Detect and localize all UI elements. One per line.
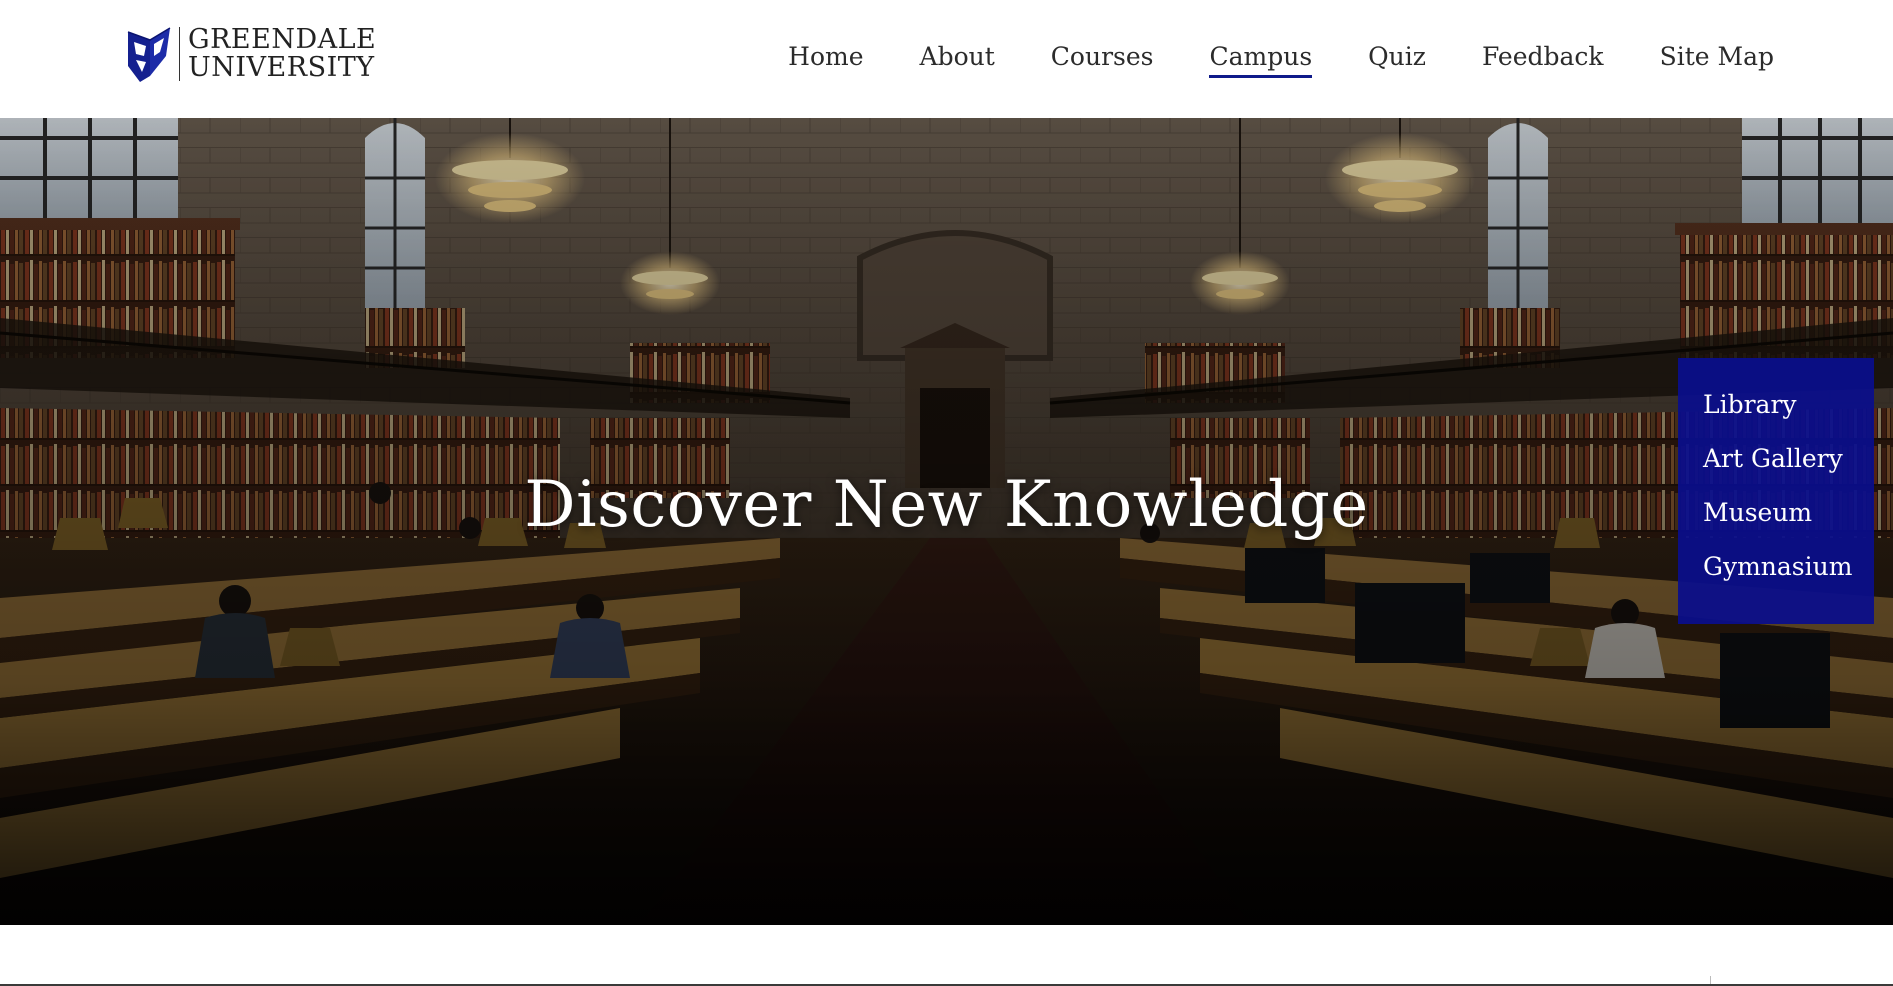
logo-wordmark: GREENDALE UNIVERSITY (188, 26, 376, 82)
campus-dropdown-menu: Library Art Gallery Museum Gymnasium (1678, 358, 1874, 624)
hero-title: Discover New Knowledge (524, 468, 1369, 542)
campus-menu-gymnasium[interactable]: Gymnasium (1678, 540, 1874, 594)
site-header: GREENDALE UNIVERSITY Home About Courses … (0, 0, 1893, 118)
logo-line-1: GREENDALE (188, 24, 377, 55)
main-navigation: Home About Courses Campus Quiz Feedback … (788, 0, 1774, 118)
campus-menu-art-gallery[interactable]: Art Gallery (1678, 432, 1874, 486)
hero-banner: Discover New Knowledge (0, 118, 1893, 925)
campus-menu-library[interactable]: Library (1678, 378, 1874, 432)
logo-divider (179, 27, 180, 81)
page-content-area (0, 925, 1893, 986)
nav-campus[interactable]: Campus (1209, 42, 1313, 78)
nav-site-map[interactable]: Site Map (1660, 42, 1774, 78)
nav-courses[interactable]: Courses (1051, 42, 1154, 78)
shield-flag-icon (127, 27, 171, 82)
nav-feedback[interactable]: Feedback (1482, 42, 1604, 78)
logo-line-2: UNIVERSITY (188, 52, 375, 83)
nav-about[interactable]: About (920, 42, 995, 78)
nav-home[interactable]: Home (788, 42, 863, 78)
content-divider-tick (1710, 976, 1711, 984)
campus-menu-museum[interactable]: Museum (1678, 486, 1874, 540)
university-logo[interactable]: GREENDALE UNIVERSITY (126, 26, 376, 82)
nav-quiz[interactable]: Quiz (1368, 42, 1426, 78)
